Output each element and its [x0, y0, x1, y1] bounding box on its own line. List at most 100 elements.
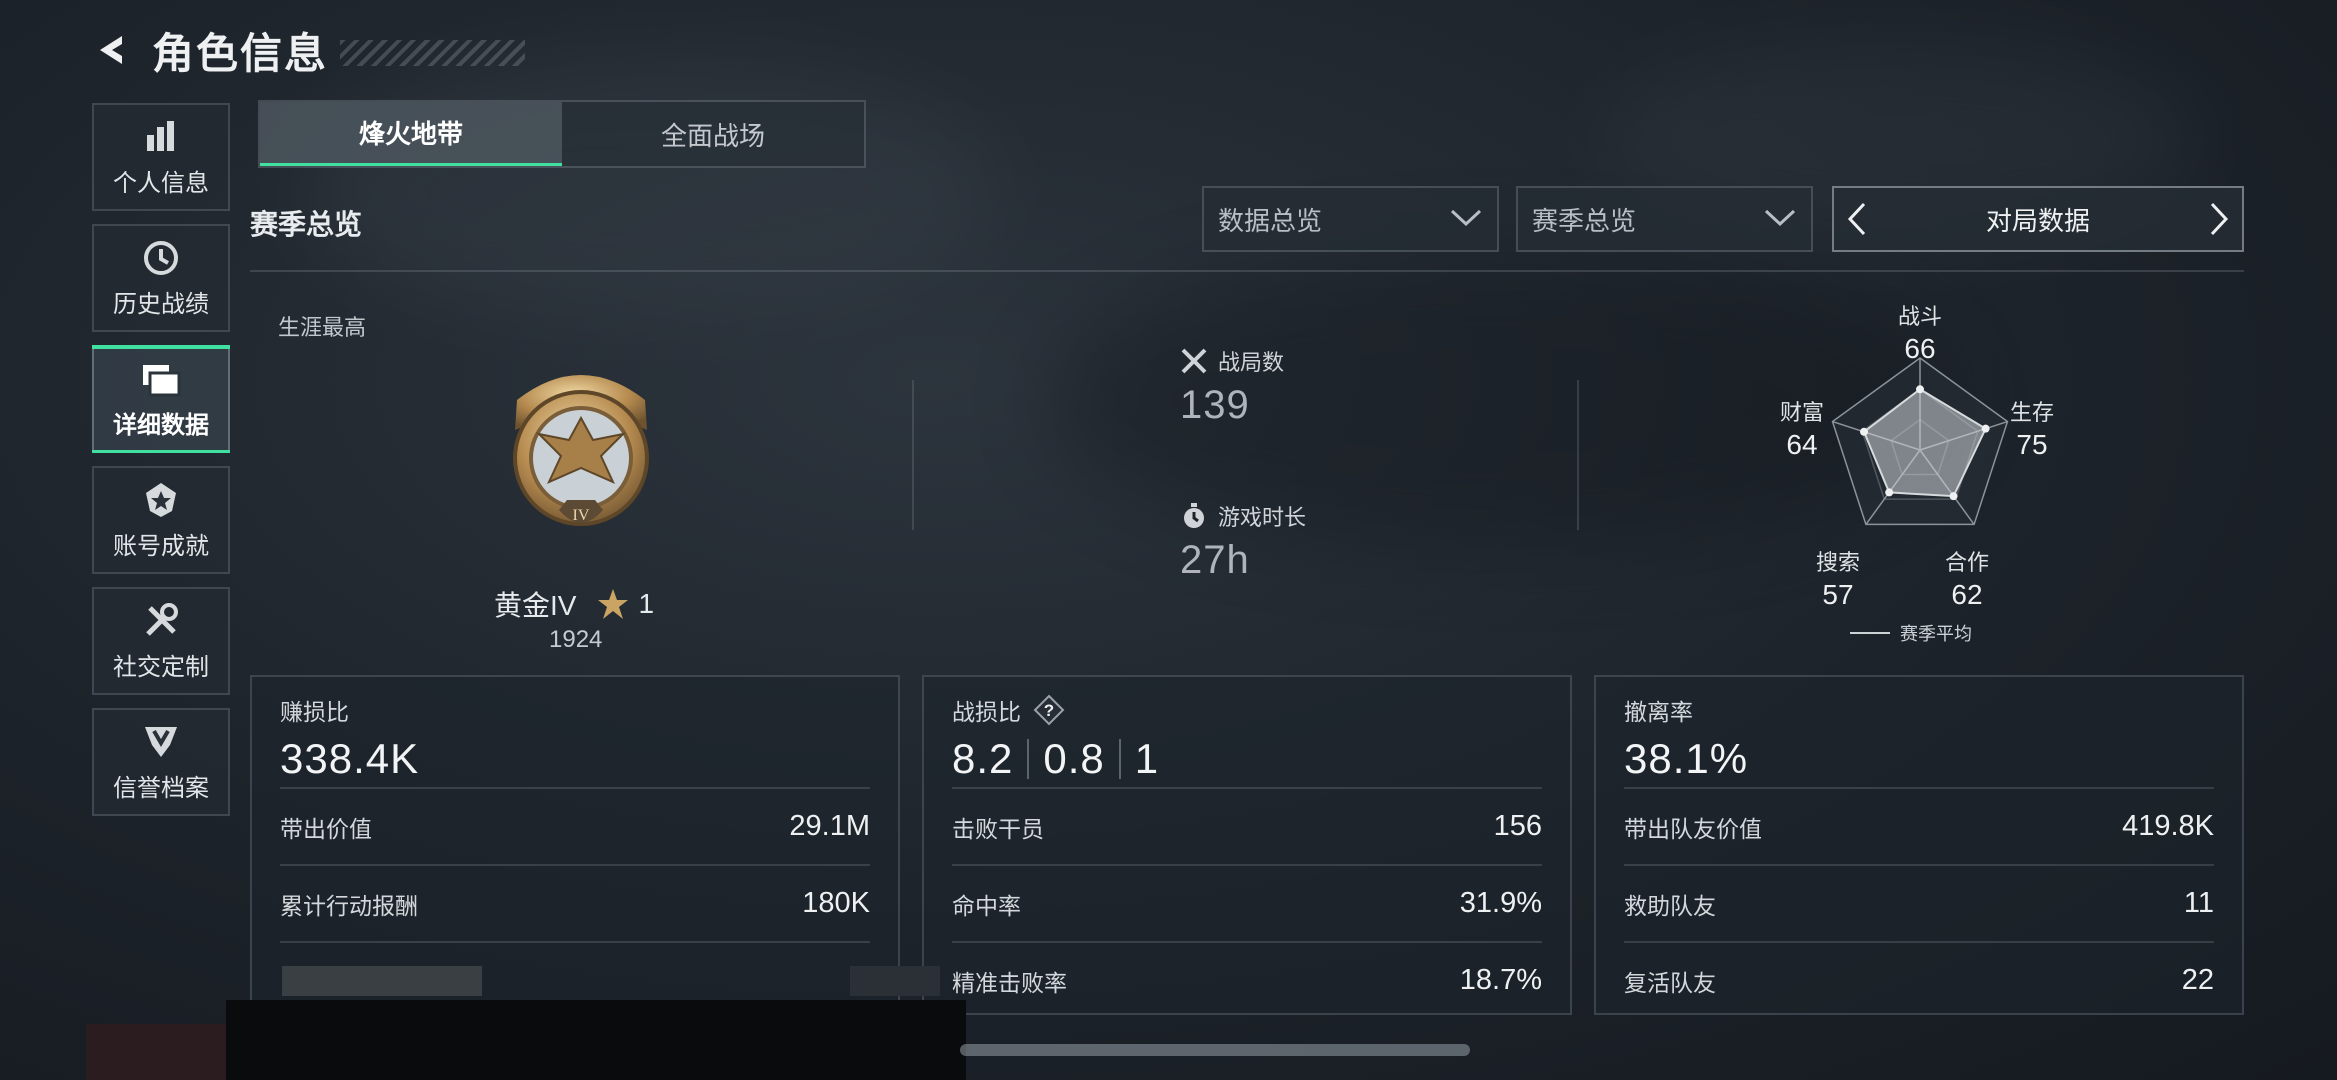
kd-kills: 8.2 [952, 735, 1014, 782]
help-diamond-icon: ? [1033, 694, 1065, 726]
extraction-card: 撤离率 38.1% 带出队友价值 419.8K 救助队友 11 复活队友 22 [1594, 675, 2244, 1015]
back-button[interactable] [90, 28, 134, 72]
tab-beacon-zone[interactable]: 烽火地带 [260, 102, 562, 166]
radar-label-search: 搜索 57 [1815, 550, 1860, 610]
sidebar-item-personal-info[interactable]: 个人信息 [92, 103, 230, 211]
playtime-stat: 游戏时长 27h [1180, 500, 1306, 583]
radar-legend: 赛季平均 [1850, 620, 1972, 646]
card-title-row: 战损比 ? [952, 693, 1542, 727]
legend-label: 赛季平均 [1900, 624, 1972, 644]
chevron-down-icon [1763, 204, 1797, 235]
matches-label: 战局数 [1218, 350, 1285, 375]
legend-line [1850, 632, 1890, 634]
reputation-shield-icon [141, 722, 181, 762]
next-button[interactable] [2208, 201, 2230, 237]
sidebar-item-label: 个人信息 [113, 169, 209, 197]
rank-line: 黄金IV 1 [494, 584, 654, 624]
tab-full-battlefield[interactable]: 全面战场 [562, 102, 864, 166]
redaction-block [282, 966, 482, 996]
career-best-label: 生涯最高 [278, 315, 367, 340]
kd-deaths: 0.8 [1043, 735, 1105, 782]
chevron-left-icon [1847, 202, 1866, 236]
profit-card: 赚损比 338.4K 带出价值 29.1M 累计行动报酬 180K [250, 675, 900, 1015]
vertical-divider [912, 380, 914, 530]
folders-icon [141, 359, 181, 399]
ability-radar: 战斗 66 生存 75 合作 62 搜索 57 财富 64 [1770, 295, 2070, 655]
rank-name: 黄金IV [494, 590, 577, 621]
radar-label-wealth: 财富 64 [1779, 400, 1824, 460]
sidebar-item-label: 信誉档案 [113, 774, 209, 802]
sidebar-item-detailed-data[interactable]: 详细数据 [92, 345, 230, 453]
sidebar-item-reputation[interactable]: 信誉档案 [92, 708, 230, 816]
table-row: 击败干员 156 [952, 787, 1542, 864]
svg-text:IV: IV [573, 507, 590, 524]
pager-label: 对局数据 [1985, 205, 2090, 236]
tools-icon [141, 601, 181, 641]
table-row: 复活队友 22 [1624, 941, 2214, 1018]
radar-point [1949, 492, 1958, 501]
rank-stars: 1 [638, 588, 655, 619]
sidebar-item-achievements[interactable]: 账号成就 [92, 466, 230, 574]
sidebar-item-label: 详细数据 [113, 411, 209, 439]
radar-point [1981, 424, 1990, 433]
previous-button[interactable] [1846, 201, 1868, 237]
card-title: 赚损比 [280, 699, 349, 725]
chevron-down-icon [1449, 204, 1483, 235]
redaction-block [86, 1024, 226, 1080]
title-decoration [340, 40, 526, 66]
sidebar-item-label: 社交定制 [113, 653, 209, 681]
section-divider [250, 270, 2244, 272]
help-button[interactable]: ? [1033, 694, 1065, 726]
mode-tabs: 烽火地带 全面战场 [258, 100, 866, 168]
gold-rank-medal-icon: IV [497, 360, 665, 540]
radar-point [1860, 427, 1869, 436]
radar-label-cooperation: 合作 62 [1944, 550, 1989, 610]
sidebar: 个人信息 历史战绩 详细数据 账号成就 社交定制 信誉档案 [92, 103, 230, 829]
page-title: 角色信息 [152, 29, 329, 77]
redaction-block [850, 966, 940, 996]
sidebar-item-social-custom[interactable]: 社交定制 [92, 587, 230, 695]
bar-chart-icon [141, 117, 181, 157]
dropdown-value: 数据总览 [1218, 205, 1323, 236]
vertical-divider [1577, 380, 1579, 530]
season-overview-dropdown[interactable]: 赛季总览 [1516, 186, 1813, 252]
table-row: 救助队友 11 [1624, 864, 2214, 941]
radar-label-combat: 战斗 66 [1897, 304, 1942, 364]
radar-point [1916, 385, 1924, 394]
rank-score: 1924 [549, 626, 603, 653]
kd-card: 战损比 ? 8.2 0.8 1 击败干员 156 命中率 31.9% 精准击败率 18… [922, 675, 1572, 1015]
dropdown-value: 赛季总览 [1532, 205, 1637, 236]
page-header: 角色信息 [90, 20, 526, 80]
matches-stat: 战局数 139 [1180, 345, 1284, 428]
playtime-value: 27h [1180, 538, 1250, 582]
background-texture [300, 60, 1000, 320]
card-main-value: 338.4K [280, 735, 420, 782]
table-row: 带出价值 29.1M [280, 787, 870, 864]
section-title: 赛季总览 [250, 209, 363, 240]
matches-value: 139 [1180, 383, 1250, 427]
table-row: 命中率 31.9% [952, 864, 1542, 941]
stopwatch-icon [1180, 502, 1208, 530]
data-overview-dropdown[interactable]: 数据总览 [1202, 186, 1499, 252]
crossed-swords-icon [1180, 347, 1208, 375]
card-title: 战损比 [952, 699, 1021, 725]
history-clock-icon [141, 238, 181, 278]
kd-other: 1 [1134, 735, 1160, 782]
horizontal-scrollbar[interactable] [960, 1044, 1470, 1056]
star-icon [596, 587, 630, 621]
redaction-block [226, 1000, 966, 1080]
sidebar-item-label: 历史战绩 [113, 290, 209, 318]
sidebar-item-label: 账号成就 [113, 532, 209, 560]
sidebar-item-history[interactable]: 历史战绩 [92, 224, 230, 332]
back-arrow-icon [100, 36, 122, 64]
chevron-right-icon [2210, 202, 2229, 236]
achievement-badge-icon [141, 480, 181, 520]
match-data-pager: 对局数据 [1832, 186, 2244, 252]
card-main-value: 8.2 0.8 1 [952, 735, 1542, 783]
card-main-value: 38.1% [1624, 735, 1749, 782]
table-row: 精准击败率 18.7% [952, 941, 1542, 1018]
playtime-label: 游戏时长 [1218, 505, 1307, 530]
svg-text:?: ? [1044, 701, 1054, 720]
radar-label-survival: 生存 75 [2009, 400, 2054, 460]
table-row: 累计行动报酬 180K [280, 864, 870, 941]
